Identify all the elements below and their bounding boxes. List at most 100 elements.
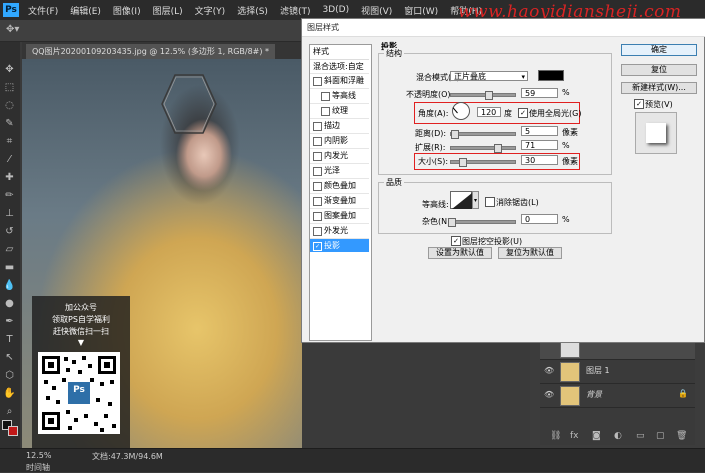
noise-slider-knob[interactable] xyxy=(448,218,456,227)
style-checkbox[interactable] xyxy=(321,92,330,101)
style-checkbox[interactable] xyxy=(313,197,322,206)
opacity-input[interactable]: 59 xyxy=(521,88,558,98)
style-checkbox[interactable] xyxy=(313,77,322,86)
style-item[interactable]: ✓ 投影 xyxy=(310,238,369,252)
timeline-tab[interactable]: 时间轴 xyxy=(26,462,50,473)
dialog-title-bar[interactable]: 图层样式 xyxy=(302,19,705,37)
global-light-checkbox[interactable]: ✓ xyxy=(518,108,528,118)
layer-row[interactable]: 👁 背景 🔒 xyxy=(540,383,695,408)
shape-tool-icon[interactable]: ⬡ xyxy=(3,370,16,382)
healing-tool-icon[interactable]: ✚ xyxy=(3,172,16,184)
menu-3d[interactable]: 3D(D) xyxy=(322,5,349,15)
contour-dropdown-icon[interactable]: ▾ xyxy=(472,191,479,209)
new-layer-icon[interactable]: ▢ xyxy=(656,431,665,441)
contour-picker[interactable] xyxy=(450,191,472,209)
path-select-tool-icon[interactable]: ↖ xyxy=(3,352,16,364)
menu-file[interactable]: 文件(F) xyxy=(28,4,58,17)
style-item[interactable]: 图案叠加 xyxy=(310,208,369,222)
style-item[interactable]: 颜色叠加 xyxy=(310,178,369,192)
gradient-tool-icon[interactable]: ▬ xyxy=(3,262,16,274)
trash-icon[interactable]: 🗑 xyxy=(676,431,687,441)
folder-icon[interactable]: ▭ xyxy=(636,431,645,441)
visibility-eye-icon[interactable]: 👁 xyxy=(544,366,554,376)
antialias-checkbox[interactable] xyxy=(485,197,495,207)
blend-options-item[interactable]: 混合选项:自定 xyxy=(310,59,369,73)
preview-checkbox[interactable]: ✓ xyxy=(634,99,644,109)
menu-image[interactable]: 图像(I) xyxy=(113,4,141,17)
style-checkbox[interactable] xyxy=(313,137,322,146)
marquee-tool-icon[interactable]: ⬚ xyxy=(3,82,16,94)
style-item[interactable]: 斜面和浮雕 xyxy=(310,73,369,87)
distance-slider-knob[interactable] xyxy=(451,130,459,139)
spread-slider[interactable] xyxy=(450,146,516,150)
style-checkbox[interactable]: ✓ xyxy=(313,242,322,251)
shadow-color-swatch[interactable] xyxy=(538,70,564,81)
style-item[interactable]: 描边 xyxy=(310,118,369,132)
reset-default-button[interactable]: 复位为默认值 xyxy=(498,247,562,259)
style-item[interactable]: 内阴影 xyxy=(310,133,369,147)
hand-tool-icon[interactable]: ✋ xyxy=(3,388,16,400)
style-item[interactable]: 光泽 xyxy=(310,163,369,177)
style-checkbox[interactable] xyxy=(313,167,322,176)
eyedropper-tool-icon[interactable]: ⁄ xyxy=(3,154,16,166)
menu-view[interactable]: 视图(V) xyxy=(361,4,392,17)
document-tab[interactable]: QQ图片20200109203435.jpg @ 12.5% (多边形 1, R… xyxy=(26,44,276,59)
style-item[interactable]: 纹理 xyxy=(310,103,369,117)
reset-button[interactable]: 复位 xyxy=(621,64,697,76)
angle-dial[interactable] xyxy=(452,102,470,120)
link-icon[interactable]: ⛓ xyxy=(550,431,561,441)
spread-slider-knob[interactable] xyxy=(494,144,502,153)
set-default-button[interactable]: 设置为默认值 xyxy=(428,247,492,259)
stamp-tool-icon[interactable]: ⊥ xyxy=(3,208,16,220)
knockout-checkbox[interactable]: ✓ xyxy=(451,236,461,246)
style-checkbox[interactable] xyxy=(313,152,322,161)
menu-filter[interactable]: 滤镜(T) xyxy=(280,4,311,17)
style-checkbox[interactable] xyxy=(313,227,322,236)
type-tool-icon[interactable]: T xyxy=(3,334,16,346)
style-checkbox[interactable] xyxy=(313,122,322,131)
style-item[interactable]: 等高线 xyxy=(310,88,369,102)
move-tool-icon[interactable]: ✥ xyxy=(3,64,16,76)
style-checkbox[interactable] xyxy=(313,182,322,191)
menu-window[interactable]: 窗口(W) xyxy=(404,4,438,17)
style-item[interactable]: 渐变叠加 xyxy=(310,193,369,207)
blur-tool-icon[interactable]: 💧 xyxy=(3,280,16,292)
blend-mode-select[interactable]: 正片叠底 ▾ xyxy=(450,71,528,81)
pen-tool-icon[interactable]: ✒ xyxy=(3,316,16,328)
style-item[interactable]: 外发光 xyxy=(310,223,369,237)
style-checkbox[interactable] xyxy=(313,212,322,221)
style-item[interactable]: 内发光 xyxy=(310,148,369,162)
opacity-slider[interactable] xyxy=(450,93,516,97)
noise-input[interactable]: 0 xyxy=(521,214,558,224)
menu-layer[interactable]: 图层(L) xyxy=(153,4,183,17)
ok-button[interactable]: 确定 xyxy=(621,44,697,56)
menu-type[interactable]: 文字(Y) xyxy=(195,4,226,17)
crop-tool-icon[interactable]: ⌗ xyxy=(3,136,16,148)
layer-row[interactable]: 👁 图层 1 xyxy=(540,359,695,384)
dodge-tool-icon[interactable]: ● xyxy=(3,298,16,310)
adjustment-icon[interactable]: ◐ xyxy=(614,431,622,441)
move-tool-options-icon[interactable]: ✥▾ xyxy=(6,24,19,35)
lasso-tool-icon[interactable]: ◌ xyxy=(3,100,16,112)
style-checkbox[interactable] xyxy=(321,107,330,116)
quick-select-tool-icon[interactable]: ✎ xyxy=(3,118,16,130)
visibility-eye-icon[interactable]: 👁 xyxy=(544,390,554,400)
menu-edit[interactable]: 编辑(E) xyxy=(70,4,101,17)
styles-header[interactable]: 样式 xyxy=(310,45,369,59)
eraser-tool-icon[interactable]: ▱ xyxy=(3,244,16,256)
size-slider-knob[interactable] xyxy=(459,158,467,167)
spread-input[interactable]: 71 xyxy=(521,140,558,150)
menu-select[interactable]: 选择(S) xyxy=(237,4,268,17)
distance-input[interactable]: 5 xyxy=(521,126,558,136)
brush-tool-icon[interactable]: ✏ xyxy=(3,190,16,202)
fx-icon[interactable]: fx xyxy=(570,431,579,441)
distance-slider[interactable] xyxy=(450,132,516,136)
background-color-swatch[interactable] xyxy=(8,426,18,436)
noise-slider[interactable] xyxy=(450,220,516,224)
zoom-tool-icon[interactable]: ⌕ xyxy=(3,406,16,418)
history-brush-tool-icon[interactable]: ↺ xyxy=(3,226,16,238)
size-input[interactable]: 30 xyxy=(521,155,558,165)
opacity-slider-knob[interactable] xyxy=(485,91,493,100)
new-style-button[interactable]: 新建样式(W)... xyxy=(621,82,697,94)
angle-input[interactable]: 120 xyxy=(477,107,501,117)
